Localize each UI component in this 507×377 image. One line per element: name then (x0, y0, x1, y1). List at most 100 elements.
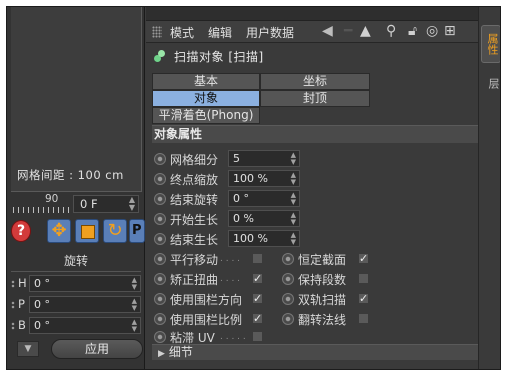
side-tab-layers[interactable]: 层 (481, 69, 500, 97)
move-tool-icon[interactable]: ✥ (47, 219, 71, 243)
stepper-arrows-icon[interactable]: ▲ ▼ (291, 152, 296, 166)
check-row-parallel-movement: 平行移动 . . . . 恒定截面 ✓ (152, 250, 478, 268)
tab-phong[interactable]: 平滑着色(Phong) (152, 107, 260, 124)
stepper-arrows-icon[interactable]: ▲ ▼ (132, 298, 137, 312)
animation-radio-icon[interactable] (154, 331, 166, 343)
drag-handle-icon[interactable] (11, 280, 15, 288)
menu-edit[interactable]: 编辑 (208, 24, 232, 41)
correct-twist-checkbox[interactable]: ✓ (252, 273, 263, 284)
p-tool-icon[interactable]: P (129, 219, 145, 243)
menu-bar: 模式 编辑 用户数据 ◀ ━ ▲ ⚲ 🔓︎ ◎ ⊞ (146, 21, 478, 43)
dual-rail-sweep-checkbox[interactable]: ✓ (358, 293, 369, 304)
field-label: 结束生长 (170, 233, 219, 247)
current-frame-field[interactable]: 0 F ▲ ▼ (73, 195, 139, 213)
check-row-correct-twist: 矫正扭曲 . . . . ✓ 保持段数 (152, 270, 478, 288)
rotation-h-row: H 0 ° ▲ ▼ (11, 275, 141, 293)
field-value: 0 ° (233, 192, 249, 205)
use-rail-direction-checkbox[interactable]: ✓ (252, 293, 263, 304)
side-tab-attributes[interactable]: 属性 (481, 25, 500, 63)
keep-segments-checkbox[interactable] (358, 273, 369, 284)
apply-button[interactable]: 应用 (51, 339, 143, 359)
scale-tool-icon[interactable] (75, 219, 99, 243)
sweep-object-icon (154, 49, 166, 63)
rotation-p-label: P (18, 297, 25, 311)
sticky-uv-checkbox[interactable] (252, 331, 263, 342)
drag-handle-icon[interactable] (11, 322, 15, 330)
animation-radio-icon[interactable] (154, 293, 166, 305)
search-icon[interactable]: ⚲ (386, 23, 396, 39)
rotation-p-value: 0 ° (34, 298, 50, 311)
up-arrow-icon[interactable]: ▲ (360, 23, 371, 39)
menu-mode[interactable]: 模式 (170, 24, 194, 41)
field-row-end-growth: 结束生长 100 % ▲ ▼ (152, 230, 478, 248)
new-window-icon[interactable]: ⊞ (444, 23, 456, 39)
dropdown-arrow-icon[interactable]: ▼ (17, 341, 39, 357)
field-value: 0 % (233, 212, 254, 225)
object-header: 扫描对象 [扫描] (146, 45, 478, 67)
tab-basic[interactable]: 基本 (152, 73, 260, 90)
end-rotation-field[interactable]: 0 ° ▲ ▼ (228, 190, 300, 207)
timeline-ruler[interactable]: 90 (11, 193, 73, 213)
rotation-b-value: 0 ° (34, 319, 50, 332)
help-icon[interactable]: ? (11, 220, 31, 242)
stepper-arrows-icon[interactable]: ▲ ▼ (132, 277, 137, 291)
field-value: 100 % (233, 232, 268, 245)
animation-radio-icon[interactable] (282, 273, 294, 285)
mesh-subdivision-field[interactable]: 5 ▲ ▼ (228, 150, 300, 167)
animation-radio-icon[interactable] (282, 293, 294, 305)
tab-coords[interactable]: 坐标 (260, 73, 370, 90)
rotation-p-field[interactable]: 0 ° ▲ ▼ (29, 296, 141, 313)
tab-object[interactable]: 对象 (152, 90, 260, 107)
start-growth-field[interactable]: 0 % ▲ ▼ (228, 210, 300, 227)
rotation-h-label: H (18, 276, 27, 290)
end-growth-field[interactable]: 100 % ▲ ▼ (228, 230, 300, 247)
animation-radio-icon[interactable] (154, 313, 166, 325)
field-label: 开始生长 (170, 213, 219, 227)
animation-radio-icon[interactable] (154, 153, 166, 165)
check-row-rail-scale: 使用围栏比例 ✓ 翻转法线 (152, 310, 478, 328)
animation-radio-icon[interactable] (282, 253, 294, 265)
flip-normals-checkbox[interactable] (358, 313, 369, 324)
stepper-arrows-icon[interactable]: ▲ ▼ (129, 196, 135, 212)
viewport[interactable]: 网格间距 : 100 cm (11, 7, 142, 192)
animation-radio-icon[interactable] (154, 253, 166, 265)
field-row-end-scale: 终点缩放 100 % ▲ ▼ (152, 170, 478, 188)
expand-triangle-icon[interactable]: ▶ (158, 349, 165, 359)
apply-row: ▼ 应用 (11, 338, 143, 360)
rotation-h-field[interactable]: 0 ° ▲ ▼ (29, 275, 141, 292)
animation-radio-icon[interactable] (154, 213, 166, 225)
check-dots: . . . . (220, 274, 241, 284)
tab-caps[interactable]: 封顶 (260, 90, 370, 107)
menu-user-data[interactable]: 用户数据 (246, 24, 294, 41)
stepper-arrows-icon[interactable]: ▲ ▼ (291, 232, 296, 246)
object-title: 扫描对象 [扫描] (174, 50, 264, 64)
rotation-b-field[interactable]: 0 ° ▲ ▼ (29, 317, 141, 334)
back-arrow-icon[interactable]: ◀ (322, 23, 333, 39)
stepper-arrows-icon[interactable]: ▲ ▼ (291, 192, 296, 206)
parallel-movement-checkbox[interactable] (252, 253, 263, 264)
grip-icon[interactable] (152, 26, 162, 38)
section-details[interactable]: ▶ 细节 (152, 344, 478, 360)
animation-radio-icon[interactable] (154, 173, 166, 185)
end-scale-field[interactable]: 100 % ▲ ▼ (228, 170, 300, 187)
side-tab-bar: 属性 层 (478, 7, 500, 369)
use-rail-scale-checkbox[interactable]: ✓ (252, 313, 263, 324)
stepper-arrows-icon[interactable]: ▲ ▼ (291, 212, 296, 226)
lock-icon[interactable]: 🔓︎ (408, 23, 417, 39)
animation-radio-icon[interactable] (154, 193, 166, 205)
rotate-tool-icon[interactable]: ↻ (103, 219, 127, 243)
check-label: 平行移动 (170, 253, 219, 267)
field-label: 结束旋转 (170, 193, 219, 207)
check-dots: . . . . (220, 254, 241, 264)
animation-radio-icon[interactable] (154, 233, 166, 245)
field-value: 5 (233, 152, 240, 165)
stepper-arrows-icon[interactable]: ▲ ▼ (132, 319, 137, 333)
left-panel: 网格间距 : 100 cm 90 0 F ▲ ▼ ? ✥ ↻ P 旋转 H 0 °… (7, 7, 145, 369)
current-frame-value: 0 F (80, 197, 98, 211)
animation-radio-icon[interactable] (154, 273, 166, 285)
animation-radio-icon[interactable] (282, 313, 294, 325)
drag-handle-icon[interactable] (11, 301, 15, 309)
constant-cross-section-checkbox[interactable]: ✓ (358, 253, 369, 264)
stepper-arrows-icon[interactable]: ▲ ▼ (291, 172, 296, 186)
target-icon[interactable]: ◎ (426, 23, 438, 39)
